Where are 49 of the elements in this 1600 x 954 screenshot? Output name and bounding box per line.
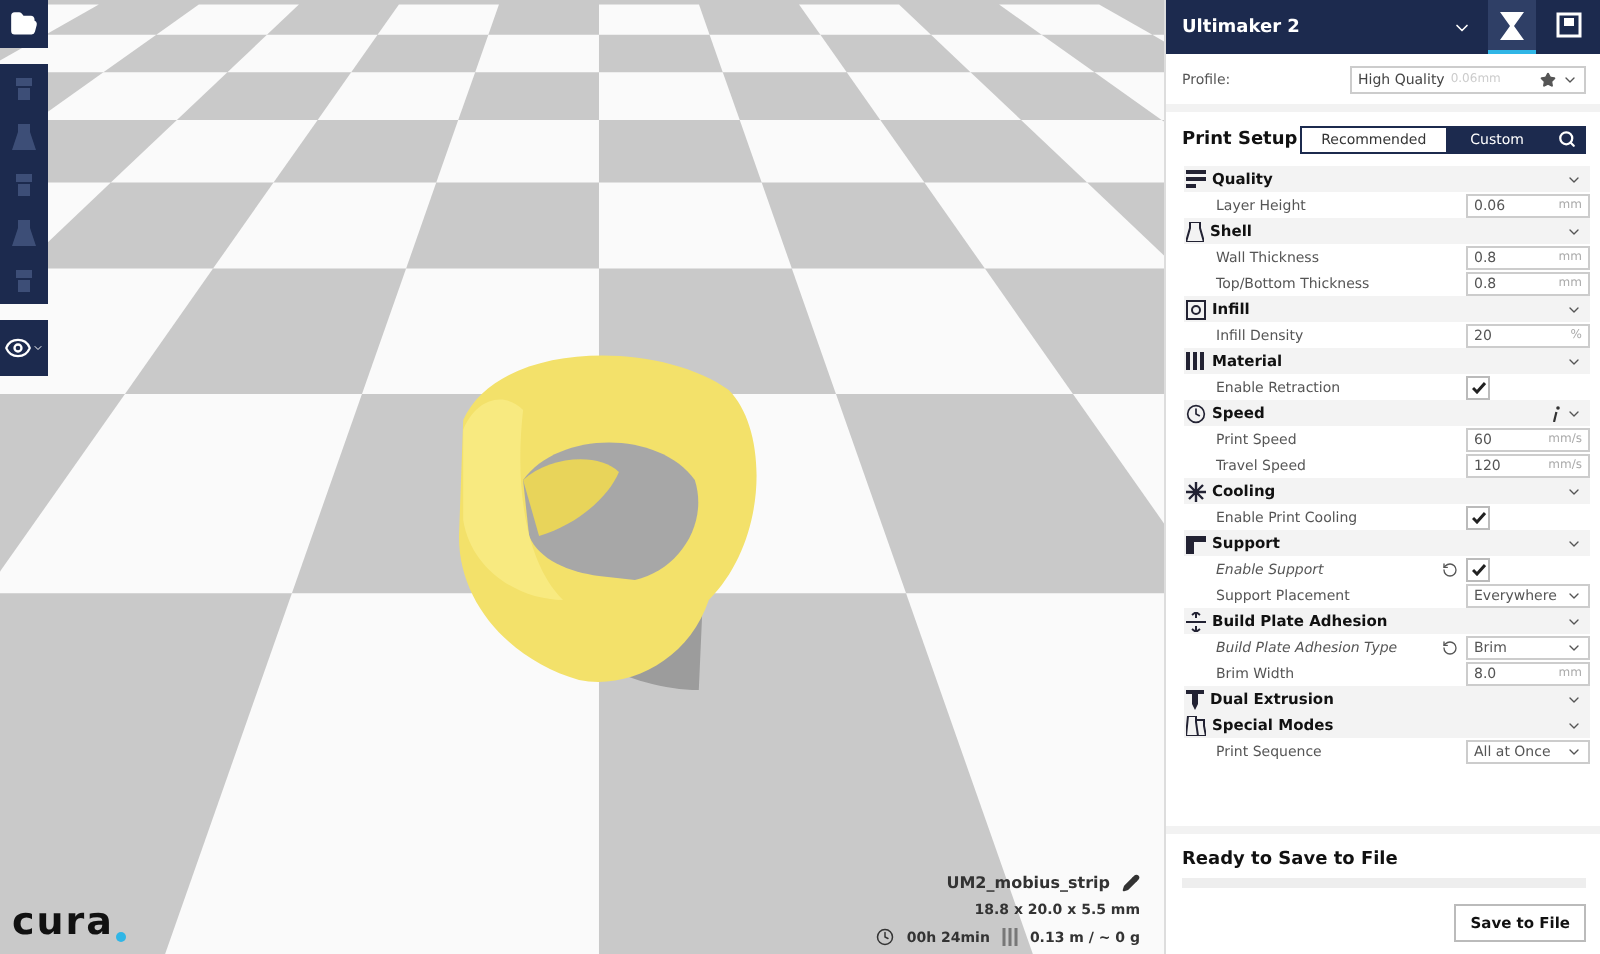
- vertical-bars-icon: [1186, 352, 1206, 370]
- folder-icon: [10, 10, 38, 38]
- edit-icon[interactable]: [1122, 874, 1140, 892]
- floor-tile: [598, 4, 710, 35]
- flasks-icon: [1186, 715, 1206, 735]
- floor-tile: [598, 72, 740, 120]
- support-block-icon: [1186, 533, 1206, 553]
- flask-outline-icon: [1186, 221, 1204, 241]
- flask-icon: [12, 123, 36, 149]
- reset-icon[interactable]: [1442, 561, 1458, 577]
- print-setup-title: Print Setup: [1182, 129, 1298, 149]
- floor-tile: [377, 4, 499, 35]
- checkbox[interactable]: [1466, 557, 1490, 581]
- reset-icon[interactable]: [1442, 639, 1458, 655]
- flask-icon: [12, 219, 36, 245]
- model-name: UM2_mobius_strip: [946, 874, 1110, 892]
- checkbox[interactable]: [1466, 505, 1490, 529]
- floor-tile: [799, 4, 931, 35]
- floor-tile: [709, 34, 847, 73]
- search-button[interactable]: [1548, 127, 1584, 151]
- star-icon: [1540, 71, 1556, 87]
- search-icon: [1557, 130, 1575, 148]
- checkmark-icon: [1471, 381, 1485, 393]
- plate-arrows-icon: [1186, 611, 1206, 631]
- floor-tile: [475, 34, 599, 73]
- chevron-down-icon: [32, 342, 44, 354]
- checkbox[interactable]: [1466, 375, 1490, 399]
- grid-pattern-icon: [1186, 299, 1206, 319]
- info-icon[interactable]: [1552, 405, 1560, 421]
- clock-icon: [1186, 403, 1206, 423]
- square-frame-icon[interactable]: [1555, 12, 1581, 38]
- logo-text: cura: [12, 904, 114, 942]
- block-stack-icon: [12, 267, 36, 293]
- logo-dot-icon: [115, 932, 126, 942]
- floor-tile: [156, 4, 299, 35]
- layers-icon: [1186, 170, 1206, 188]
- hourglass-icon[interactable]: [1498, 9, 1526, 41]
- open-file-button[interactable]: [0, 0, 48, 48]
- clock-icon: [876, 928, 895, 946]
- block-stack-icon: [12, 75, 36, 101]
- snowflake-icon: [1186, 481, 1206, 501]
- view-mode-button[interactable]: [0, 320, 48, 376]
- eye-icon: [4, 334, 32, 362]
- status-title: Ready to Save to File: [1182, 850, 1400, 870]
- filament-icon: [1001, 928, 1018, 946]
- checkmark-icon: [1471, 511, 1485, 523]
- block-stack-icon: [12, 171, 36, 197]
- extruder-icon: [1186, 689, 1204, 709]
- checkmark-icon: [1471, 563, 1485, 575]
